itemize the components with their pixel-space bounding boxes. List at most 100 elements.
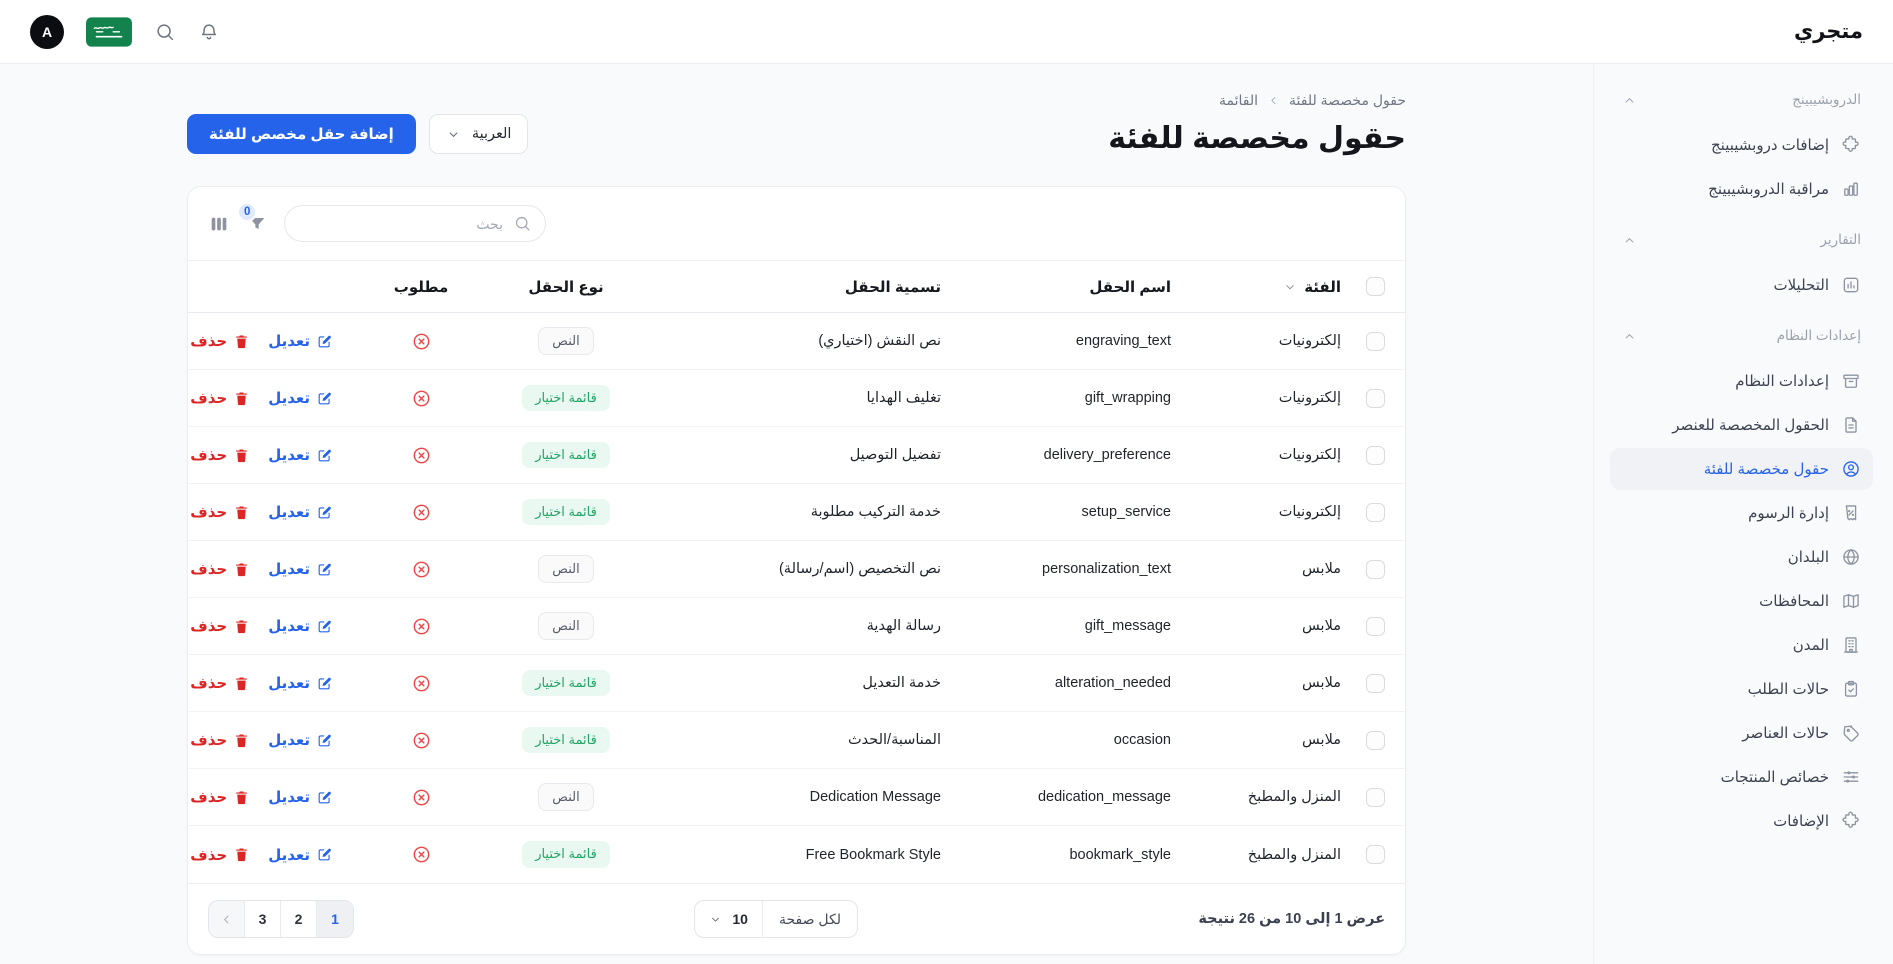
- edit-button[interactable]: تعديل: [268, 674, 333, 692]
- edit-button[interactable]: تعديل: [268, 503, 333, 521]
- breadcrumb-parent[interactable]: القائمة: [1219, 92, 1258, 109]
- delete-button[interactable]: حذف: [190, 674, 250, 692]
- column-header-category[interactable]: الفئة: [1171, 278, 1341, 296]
- row-checkbox[interactable]: [1366, 788, 1385, 807]
- page-button-3[interactable]: 3: [245, 901, 281, 937]
- edit-button[interactable]: تعديل: [268, 389, 333, 407]
- table-row: إلكترونياتgift_wrappingتغليف الهداياقائم…: [188, 370, 1405, 427]
- page-button-1[interactable]: 1: [317, 901, 353, 937]
- field-type-badge: قائمة اختيار: [522, 499, 610, 526]
- sidebar-item-governorates[interactable]: المحافظات: [1610, 580, 1873, 622]
- trash-icon: [233, 618, 250, 635]
- sidebar-section-header[interactable]: الدروبشيبينج: [1610, 86, 1873, 114]
- trash-icon: [233, 504, 250, 521]
- row-checkbox[interactable]: [1366, 617, 1385, 636]
- row-checkbox[interactable]: [1366, 503, 1385, 522]
- sidebar-item-product-attributes[interactable]: خصائص المنتجات: [1610, 756, 1873, 798]
- delete-button[interactable]: حذف: [190, 788, 250, 806]
- cell-category: المنزل والمطبخ: [1248, 789, 1341, 805]
- edit-label: تعديل: [268, 731, 310, 749]
- row-checkbox[interactable]: [1366, 731, 1385, 750]
- columns-icon: [208, 213, 230, 235]
- edit-button[interactable]: تعديل: [268, 788, 333, 806]
- edit-button[interactable]: تعديل: [268, 846, 333, 864]
- sidebar-item-analytics[interactable]: التحليلات: [1610, 264, 1873, 306]
- columns-button[interactable]: [208, 213, 230, 235]
- row-checkbox[interactable]: [1366, 845, 1385, 864]
- per-page-select[interactable]: لكل صفحة 10: [694, 900, 858, 938]
- add-category-field-button[interactable]: إضافة حقل مخصص للفئة: [187, 114, 416, 154]
- select-all-checkbox[interactable]: [1366, 277, 1385, 296]
- delete-label: حذف: [190, 846, 227, 864]
- delete-button[interactable]: حذف: [190, 389, 250, 407]
- sidebar-item-item-statuses[interactable]: حالات العناصر: [1610, 712, 1873, 754]
- row-checkbox[interactable]: [1366, 560, 1385, 579]
- delete-label: حذف: [190, 503, 227, 521]
- sidebar-item-label: المدن: [1793, 636, 1829, 654]
- row-checkbox[interactable]: [1366, 446, 1385, 465]
- sidebar-item-system-settings[interactable]: إعدادات النظام: [1610, 360, 1873, 402]
- cell-field-label: رسالة الهدية: [867, 618, 941, 634]
- sidebar-item-fees-management[interactable]: إدارة الرسوم: [1610, 492, 1873, 534]
- edit-button[interactable]: تعديل: [268, 560, 333, 578]
- table-row: المنزل والمطبخdedication_messageDedicati…: [188, 769, 1405, 826]
- sidebar-item-label: التحليلات: [1773, 276, 1829, 294]
- global-search-button[interactable]: [154, 21, 176, 43]
- language-flag-button[interactable]: [86, 17, 132, 47]
- delete-button[interactable]: حذف: [190, 332, 250, 350]
- sidebar-item-label: إدارة الرسوم: [1748, 504, 1829, 522]
- trash-icon: [233, 390, 250, 407]
- store-title[interactable]: متجري: [1794, 19, 1863, 44]
- edit-button[interactable]: تعديل: [268, 731, 333, 749]
- language-select[interactable]: العربية: [429, 114, 529, 154]
- edit-label: تعديل: [268, 674, 310, 692]
- sidebar-item-item-custom-fields[interactable]: الحقول المخصصة للعنصر: [1610, 404, 1873, 446]
- search-icon: [154, 21, 176, 43]
- sidebar-item-category-custom-fields[interactable]: حقول مخصصة للفئة: [1610, 448, 1873, 490]
- notifications-button[interactable]: [198, 21, 220, 43]
- next-page-button[interactable]: [209, 901, 245, 937]
- user-avatar[interactable]: A: [30, 15, 64, 49]
- cell-field-label: Dedication Message: [810, 789, 941, 805]
- sidebar-item-order-statuses[interactable]: حالات الطلب: [1610, 668, 1873, 710]
- cell-field-name: gift_wrapping: [1085, 390, 1171, 406]
- filter-button[interactable]: 0: [246, 213, 268, 235]
- delete-label: حذف: [190, 560, 227, 578]
- delete-button[interactable]: حذف: [190, 617, 250, 635]
- breadcrumb-current[interactable]: حقول مخصصة للفئة: [1289, 92, 1406, 109]
- cell-field-label: Free Bookmark Style: [806, 847, 941, 863]
- sidebar-item-dropshipping-addons[interactable]: إضافات دروبشيبينج: [1610, 124, 1873, 166]
- search-input[interactable]: [284, 205, 546, 242]
- puzzle-icon: [1841, 135, 1861, 155]
- cell-category: إلكترونيات: [1279, 504, 1341, 520]
- monitor-bars-icon: [1841, 179, 1861, 199]
- delete-button[interactable]: حذف: [190, 846, 250, 864]
- building-icon: [1841, 635, 1861, 655]
- row-checkbox[interactable]: [1366, 389, 1385, 408]
- delete-button[interactable]: حذف: [190, 446, 250, 464]
- sidebar-item-countries[interactable]: البلدان: [1610, 536, 1873, 578]
- table-row: المنزل والمطبخbookmark_styleFree Bookmar…: [188, 826, 1405, 883]
- trash-icon: [233, 561, 250, 578]
- sidebar-section-header[interactable]: إعدادات النظام: [1610, 322, 1873, 350]
- row-checkbox[interactable]: [1366, 332, 1385, 351]
- avatar-letter: A: [42, 24, 52, 40]
- delete-button[interactable]: حذف: [190, 731, 250, 749]
- cell-field-label: نص التخصيص (اسم/رسالة): [779, 561, 941, 577]
- trash-icon: [233, 789, 250, 806]
- delete-button[interactable]: حذف: [190, 560, 250, 578]
- delete-label: حذف: [190, 389, 227, 407]
- row-checkbox[interactable]: [1366, 674, 1385, 693]
- sidebar-item-dropshipping-monitoring[interactable]: مراقبة الدروبشيبينج: [1610, 168, 1873, 210]
- delete-button[interactable]: حذف: [190, 503, 250, 521]
- edit-button[interactable]: تعديل: [268, 617, 333, 635]
- sidebar-section-header[interactable]: التقارير: [1610, 226, 1873, 254]
- chevron-down-icon: [446, 127, 461, 142]
- field-type-badge: النص: [538, 327, 593, 356]
- table-row: إلكترونياتsetup_serviceخدمة التركيب مطلو…: [188, 484, 1405, 541]
- sidebar-item-addons[interactable]: الإضافات: [1610, 800, 1873, 842]
- edit-button[interactable]: تعديل: [268, 446, 333, 464]
- page-button-2[interactable]: 2: [281, 901, 317, 937]
- edit-button[interactable]: تعديل: [268, 332, 333, 350]
- sidebar-item-cities[interactable]: المدن: [1610, 624, 1873, 666]
